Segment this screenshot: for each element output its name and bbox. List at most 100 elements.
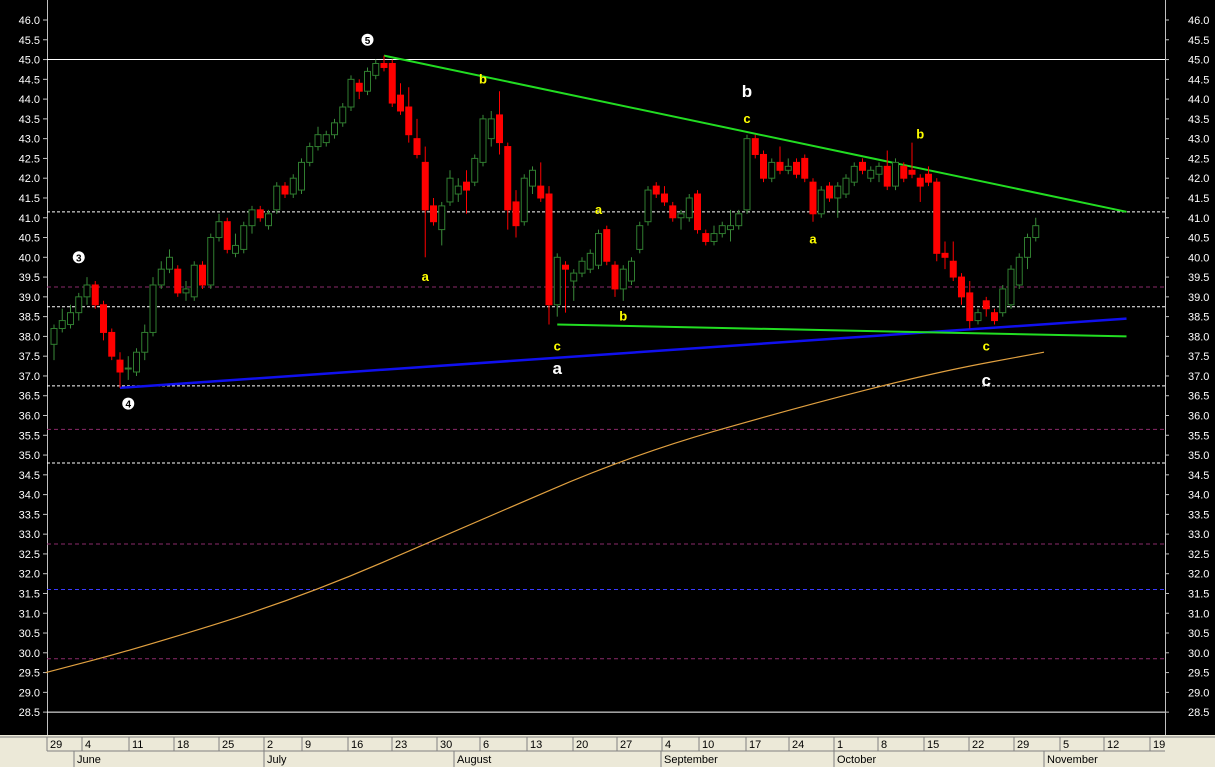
up-candle <box>570 272 578 282</box>
y-tick-label: 38.5 <box>1188 312 1209 324</box>
up-candle <box>75 296 83 314</box>
down-candle <box>900 165 908 179</box>
up-candle <box>58 320 66 329</box>
down-candle <box>91 284 99 306</box>
wave-label: c <box>743 111 750 126</box>
down-candle <box>562 264 569 270</box>
down-candle <box>991 312 998 322</box>
down-candle <box>751 138 759 155</box>
down-candle <box>421 161 429 211</box>
y-tick-label: 45.5 <box>1188 35 1209 47</box>
y-tick-label: 33.0 <box>19 529 40 541</box>
x-month-label: June <box>77 754 101 766</box>
up-candle <box>50 327 58 345</box>
y-tick-label: 31.5 <box>19 588 40 600</box>
y-tick-label: 34.0 <box>1188 490 1209 502</box>
x-tick-label: 23 <box>395 739 407 751</box>
up-candle <box>306 146 314 163</box>
y-tick-label: 41.0 <box>1188 213 1209 225</box>
x-tick-label: 1 <box>837 739 843 751</box>
y-tick-label: 40.0 <box>19 252 40 264</box>
down-candle <box>941 252 949 258</box>
up-candle <box>999 288 1007 314</box>
x-tick-label: 20 <box>576 739 588 751</box>
wave-label: b <box>916 127 924 142</box>
y-tick-label: 34.5 <box>19 470 40 482</box>
y-tick-label: 36.5 <box>1188 391 1209 403</box>
x-tick-label: 4 <box>665 739 671 751</box>
x-tick-label: 27 <box>620 739 632 751</box>
y-tick-label: 38.0 <box>1188 331 1209 343</box>
x-tick-label: 8 <box>881 739 887 751</box>
up-candle <box>166 256 173 270</box>
y-tick-label: 43.0 <box>1188 134 1209 146</box>
y-tick-label: 41.0 <box>19 213 40 225</box>
up-candle <box>364 70 371 92</box>
up-candle <box>974 312 982 322</box>
up-candle <box>182 288 190 294</box>
y-tick-label: 42.0 <box>19 173 40 185</box>
wave-label: a <box>422 269 430 284</box>
down-candle <box>116 359 124 373</box>
wave-label: b <box>479 71 487 86</box>
x-tick-label: 13 <box>530 739 542 751</box>
y-tick-label: 40.5 <box>1188 233 1209 245</box>
down-candle <box>933 181 941 254</box>
up-candle <box>454 185 462 195</box>
wave-label-major: a <box>553 359 563 378</box>
down-candle <box>694 193 701 231</box>
y-tick-label: 40.0 <box>1188 252 1209 264</box>
down-candle <box>545 193 553 306</box>
y-tick-label: 37.0 <box>1188 371 1209 383</box>
down-candle <box>793 161 800 175</box>
wave-label: a <box>809 232 817 247</box>
y-tick-label: 39.0 <box>19 292 40 304</box>
x-tick-label: 18 <box>177 739 189 751</box>
x-tick-label: 24 <box>792 739 804 751</box>
x-tick-label: 22 <box>972 739 984 751</box>
down-candle <box>949 260 957 278</box>
y-tick-label: 38.0 <box>19 331 40 343</box>
up-candle <box>727 225 734 231</box>
down-candle <box>611 264 619 290</box>
y-tick-label: 29.0 <box>19 687 40 699</box>
y-tick-label: 46.0 <box>1188 15 1209 27</box>
y-tick-label: 33.0 <box>1188 529 1209 541</box>
down-candle <box>826 185 833 199</box>
up-candle <box>190 264 198 298</box>
up-candle <box>339 106 347 124</box>
y-tick-label: 42.5 <box>19 153 40 165</box>
up-candle <box>685 197 693 219</box>
up-candle <box>124 367 132 370</box>
x-tick-label: 25 <box>222 739 234 751</box>
y-tick-label: 36.0 <box>1188 411 1209 423</box>
down-candle <box>413 138 421 155</box>
up-candle <box>372 63 380 76</box>
up-candle <box>834 185 842 199</box>
y-tick-label: 45.0 <box>1188 55 1209 67</box>
y-tick-label: 36.5 <box>19 391 40 403</box>
down-candle <box>801 157 809 179</box>
down-candle <box>223 221 231 250</box>
x-month-label: July <box>267 754 287 766</box>
up-candle <box>586 252 594 270</box>
up-candle <box>743 138 751 211</box>
up-candle <box>1024 237 1031 258</box>
down-candle <box>463 181 470 191</box>
x-month-label: August <box>457 754 491 766</box>
y-tick-label: 35.0 <box>19 450 40 462</box>
y-tick-label: 30.5 <box>1188 628 1209 640</box>
y-tick-label: 39.0 <box>1188 292 1209 304</box>
x-tick-label: 30 <box>440 739 452 751</box>
up-candle <box>677 213 685 219</box>
wave-label-major: b <box>742 82 752 101</box>
down-candle <box>603 229 611 262</box>
y-tick-label: 44.5 <box>1188 74 1209 86</box>
up-candle <box>595 233 602 266</box>
up-candle <box>207 237 215 286</box>
up-candle <box>768 161 776 179</box>
y-tick-label: 45.5 <box>19 35 40 47</box>
up-candle <box>619 268 627 290</box>
y-tick-label: 29.5 <box>1188 668 1209 680</box>
wave-count-label: 4 <box>125 400 131 411</box>
